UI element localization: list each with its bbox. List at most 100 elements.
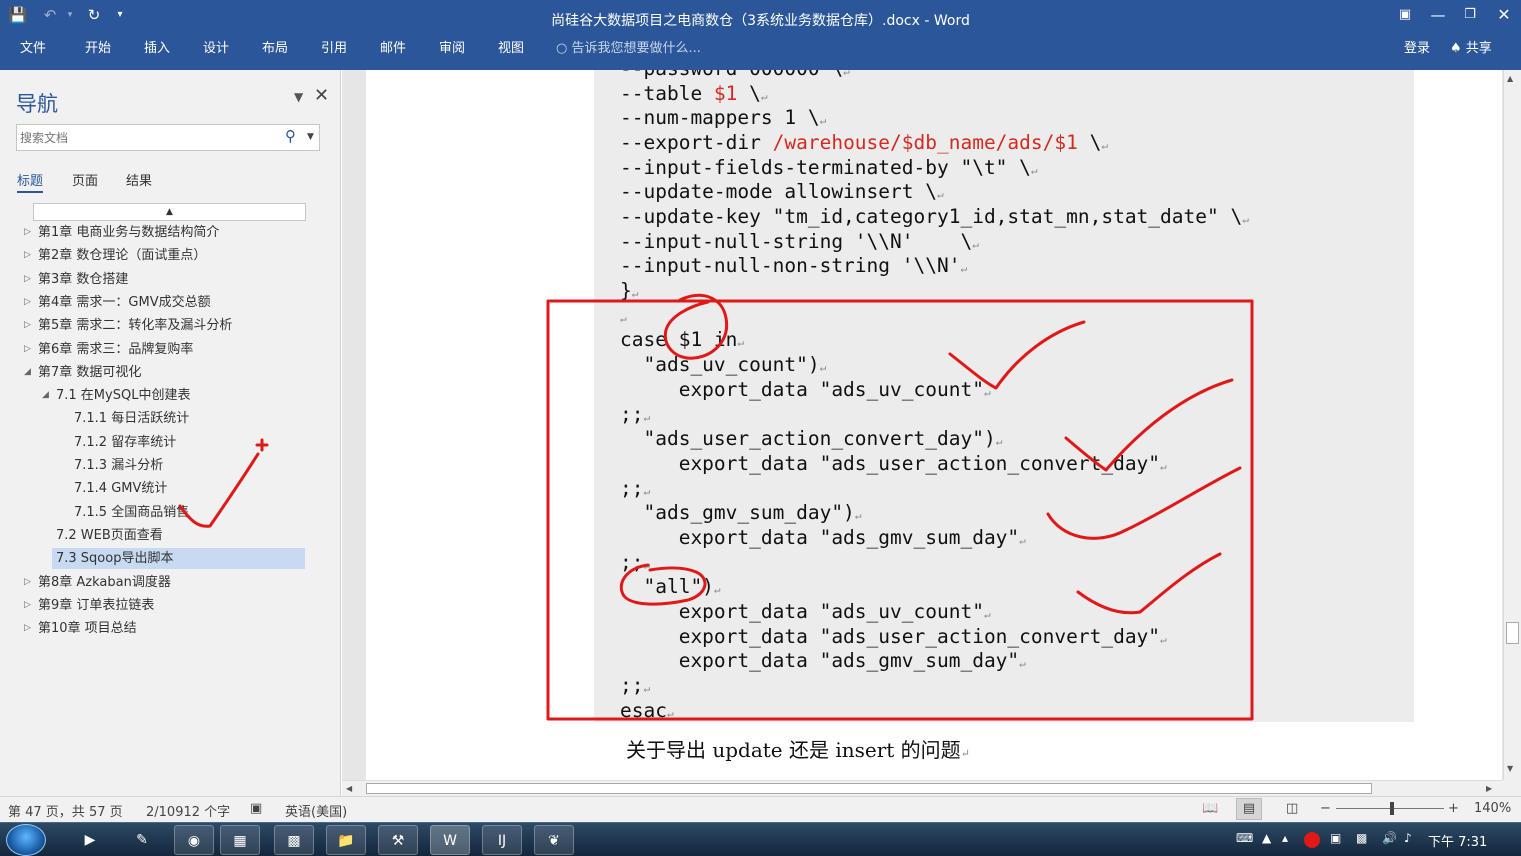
network-icon[interactable]: ▲ [1262,831,1271,845]
feather-icon[interactable]: ❦ [534,825,574,855]
web-layout-icon[interactable]: ◫ [1286,801,1298,816]
nav-heading-item[interactable]: ▷ 第3章 数仓搭建 [20,269,320,290]
zoom-in-button[interactable]: + [1448,801,1459,816]
nav-heading-item[interactable]: ▷ 第6章 需求三：品牌复购率 [20,339,320,360]
tab-home[interactable]: 开始 [85,36,111,70]
tab-headings[interactable]: 标题 [17,170,44,193]
nav-heading-item[interactable]: ◢ 7.1 在MySQL中创建表 [20,385,320,406]
expand-arrow-icon[interactable]: ▷ [24,292,31,313]
search-options-icon[interactable]: ▼ [307,132,314,142]
vertical-scrollbar[interactable]: ▲ ▼ [1503,70,1521,780]
expand-arrow-icon[interactable]: ▷ [24,315,31,336]
tray-app-icon[interactable]: ▣ [1330,831,1341,845]
chrome-icon[interactable]: ◉ [174,825,214,855]
collapse-arrow-icon[interactable]: ◢ [42,385,49,406]
proofing-icon[interactable]: ▣ [250,801,262,816]
code-line: export_data "ads_user_action_convert_day… [620,625,1167,652]
collapse-up-icon[interactable]: ▲ [33,203,306,221]
taskbar-clock[interactable]: 下午 7:31 [1428,831,1487,850]
code-line: "all")↵ [620,575,720,602]
tab-pages[interactable]: 页面 [72,170,98,189]
intellij-icon[interactable]: IJ [482,825,522,855]
page-count[interactable]: 第 47 页，共 57 页 [8,801,123,820]
tab-references[interactable]: 引用 [321,36,347,70]
nav-heading-item[interactable]: 7.1.2 留存率统计 [20,432,320,453]
nav-heading-item[interactable]: ▷ 第10章 项目总结 [20,618,320,639]
keyboard-icon[interactable]: ⌨ [1236,831,1253,845]
close-icon[interactable]: ✕ [1492,4,1516,26]
zoom-out-button[interactable]: − [1320,801,1331,816]
zoom-slider-thumb[interactable] [1390,802,1394,815]
scroll-thumb-horizontal[interactable] [366,783,1372,794]
folder-icon[interactable]: 📁 [326,825,366,855]
tab-design[interactable]: 设计 [203,36,229,70]
language[interactable]: 英语(美国) [285,801,347,820]
nav-heading-item[interactable]: 7.2 WEB页面查看 [20,525,320,546]
expand-arrow-icon[interactable]: ▷ [24,595,31,616]
search-icon[interactable]: ⚲ [285,127,296,145]
code-text: export_data "ads_uv_count" [620,377,984,401]
word-icon[interactable]: W [430,825,470,855]
nav-heading-item[interactable]: ▷ 第4章 需求一：GMV成交总额 [20,292,320,313]
expand-arrow-icon[interactable]: ▷ [24,339,31,360]
nav-heading-item[interactable]: 7.1.1 每日活跃统计 [20,408,320,429]
restore-icon[interactable]: ❐ [1458,4,1482,26]
word-count[interactable]: 2/10912 个字 [146,801,230,820]
collapse-arrow-icon[interactable]: ◢ [24,362,31,383]
share-button[interactable]: ♠ 共享 [1450,36,1492,62]
volume-icon[interactable]: 🔊 [1382,831,1397,845]
tab-layout[interactable]: 布局 [262,36,288,70]
chevron-down-icon[interactable]: ▼ [294,90,303,104]
scroll-thumb[interactable] [1506,622,1519,644]
expand-arrow-icon[interactable]: ▷ [24,269,31,290]
search-input[interactable] [20,129,275,147]
nav-heading-item[interactable]: 7.3 Sqoop导出脚本 [52,548,305,570]
nav-heading-item[interactable]: ▷ 第9章 订单表拉链表 [20,595,320,616]
code-line: "ads_user_action_convert_day")↵ [620,427,1002,454]
expand-arrow-icon[interactable]: ▷ [24,222,31,243]
close-icon[interactable]: ✕ [314,85,329,106]
scroll-left-icon[interactable]: ◀ [346,781,352,797]
document-page[interactable]: --password 000000 \↵--table $1 \↵--num-m… [366,70,1502,780]
tab-insert[interactable]: 插入 [144,36,170,70]
read-mode-icon[interactable]: 📖 [1202,801,1218,816]
media-player-icon[interactable]: ▶ [70,825,110,855]
nav-heading-item[interactable]: ▷ 第2章 数仓理论（面试重点） [20,245,320,266]
paragraph-mark: ↵ [1101,139,1108,153]
tray-app2-icon[interactable]: ▩ [1356,831,1367,845]
expand-arrow-icon[interactable]: ▷ [24,618,31,639]
show-hidden-icons[interactable]: ▴ [1282,831,1288,845]
tell-me-text: 告诉我您想要做什么... [571,41,701,56]
nav-heading-item[interactable]: 7.1.4 GMV统计 [20,478,320,499]
explorer-app-icon[interactable]: ▦ [220,825,260,855]
calculator-icon[interactable]: ▩ [274,825,314,855]
ribbon-display-options-icon[interactable]: ▣ [1393,4,1417,26]
tab-file[interactable]: 文件 [20,36,46,70]
tab-review[interactable]: 审阅 [439,36,465,70]
start-orb-icon[interactable] [6,824,46,856]
nav-heading-item[interactable]: ▷ 第5章 需求二：转化率及漏斗分析 [20,315,320,336]
minimize-icon[interactable]: — [1426,4,1450,26]
nav-heading-item[interactable]: ◢ 第7章 数据可视化 [20,362,320,383]
expand-arrow-icon[interactable]: ▷ [24,245,31,266]
sign-in-link[interactable]: 登录 [1404,36,1430,62]
tab-mailings[interactable]: 邮件 [380,36,406,70]
tab-results[interactable]: 结果 [126,170,152,189]
print-layout-icon[interactable]: ▤ [1236,798,1262,820]
speaker-icon[interactable]: ♪ [1404,831,1412,845]
nav-heading-item[interactable]: ▷ 第8章 Azkaban调度器 [20,572,320,593]
nav-heading-item[interactable]: 7.1.5 全国商品销售 [20,502,320,523]
record-icon[interactable] [1304,832,1320,848]
horizontal-scrollbar[interactable]: ◀ ▶ [342,780,1503,796]
notepad-icon[interactable]: ✎ [122,825,162,855]
nav-heading-item[interactable]: 7.1.3 漏斗分析 [20,455,320,476]
scroll-up-icon[interactable]: ▲ [1507,74,1513,83]
expand-arrow-icon[interactable]: ▷ [24,572,31,593]
scroll-right-icon[interactable]: ▶ [1486,781,1492,797]
zoom-level[interactable]: 140% [1474,801,1511,816]
nav-heading-item[interactable]: ▷ 第1章 电商业务与数据结构简介 [20,222,320,243]
scroll-down-icon[interactable]: ▼ [1507,764,1513,773]
tab-view[interactable]: 视图 [498,36,524,70]
tell-me-box[interactable]: ○ 告诉我您想要做什么... [556,36,701,70]
tool-icon[interactable]: ⚒ [378,825,418,855]
